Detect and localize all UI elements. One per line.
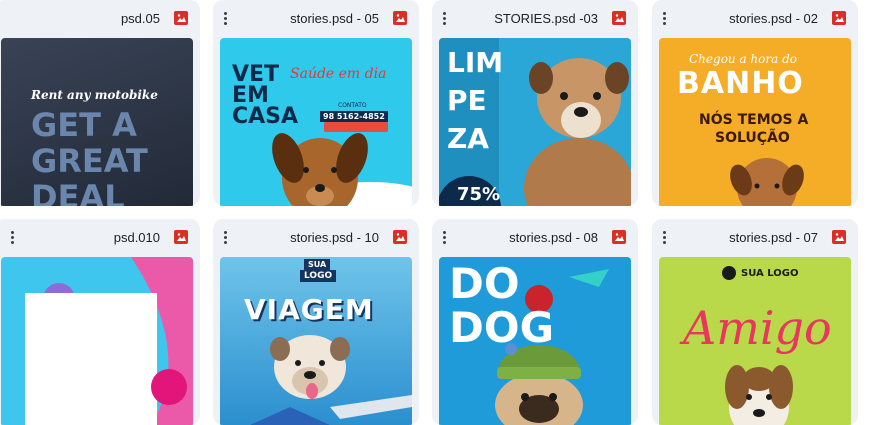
thumb-headline-2: DOG <box>449 303 555 352</box>
abstract-shapes <box>25 257 193 425</box>
thumb-subtitle: Rent any motobike <box>31 88 158 102</box>
file-name: stories.psd - 08 <box>509 230 598 245</box>
dog-illustration <box>250 335 412 425</box>
more-vert-icon[interactable] <box>438 9 450 27</box>
file-card[interactable]: stories.psd - 08 DO DOG <box>432 219 638 425</box>
card-header: STORIES.psd -03 <box>432 0 638 36</box>
file-card[interactable]: psd.010 <box>0 219 200 425</box>
thumb-script: Saúde em dia <box>290 66 387 82</box>
file-card[interactable]: stories.psd - 02 Chegou a hora do BANHO … <box>652 0 858 206</box>
more-vert-icon[interactable] <box>219 228 231 246</box>
more-vert-icon[interactable] <box>6 228 18 246</box>
file-name: psd.05 <box>120 11 160 26</box>
card-header: psd.010 <box>0 219 200 255</box>
file-name: stories.psd - 05 <box>290 11 379 26</box>
card-header: stories.psd - 10 <box>213 219 419 255</box>
thumb-headline-1: LIM <box>447 46 504 79</box>
logo-badge-line-2: LOGO <box>300 270 337 282</box>
thumb-script: Chegou a hora do <box>689 52 797 66</box>
file-card[interactable]: psd.05 Rent any motobike GET A GREAT DEA… <box>0 0 200 206</box>
thumb-headline-3: DEAL <box>31 178 125 206</box>
file-name: stories.psd - 10 <box>290 230 379 245</box>
thumb-phone: 98 5162-4852 <box>320 111 388 122</box>
image-file-icon <box>832 230 846 244</box>
thumb-headline-2: GREAT <box>31 142 148 180</box>
file-name: stories.psd - 07 <box>729 230 818 245</box>
image-file-icon <box>393 11 407 25</box>
thumb-headline-3: CASA <box>232 104 299 129</box>
thumbnail[interactable]: VET EM CASA Saúde em dia CONTATO 98 5162… <box>220 38 412 206</box>
file-card[interactable]: STORIES.psd -03 LIM PE ZA 75% <box>432 0 638 206</box>
more-vert-icon[interactable] <box>658 9 670 27</box>
file-card[interactable]: stories.psd - 07 SUA LOGO Amigo <box>652 219 858 425</box>
more-vert-icon[interactable] <box>658 228 670 246</box>
thumbnail[interactable]: SUA LOGO Amigo <box>659 257 851 425</box>
thumb-headline-3: ZA <box>447 122 489 155</box>
file-name: psd.010 <box>113 230 160 245</box>
file-name: stories.psd - 02 <box>729 11 818 26</box>
thumb-headline-1: GET A <box>31 106 137 144</box>
thumb-line-2: SOLUÇÃO <box>715 130 790 146</box>
thumb-logo: SUA LOGO <box>741 268 799 279</box>
thumb-headline-1: DO <box>449 259 520 308</box>
card-header: stories.psd - 05 <box>213 0 419 36</box>
thumbnail[interactable]: SUA LOGO VIAGEM <box>220 257 412 425</box>
thumbnail[interactable]: DO DOG <box>439 257 631 425</box>
more-vert-icon[interactable] <box>438 228 450 246</box>
thumb-title: BANHO <box>677 66 804 101</box>
thumb-badge: 75% <box>457 184 501 205</box>
thumbnail[interactable]: LIM PE ZA 75% <box>439 38 631 206</box>
image-file-icon <box>174 11 188 25</box>
image-file-icon <box>612 230 626 244</box>
image-file-icon <box>832 11 846 25</box>
file-name: STORIES.psd -03 <box>494 11 598 26</box>
file-card[interactable]: stories.psd - 10 SUA LOGO VIAGEM <box>213 219 419 425</box>
card-header: stories.psd - 08 <box>432 219 638 255</box>
image-file-icon <box>612 11 626 25</box>
card-header: psd.05 <box>0 0 200 36</box>
image-file-icon <box>393 230 407 244</box>
card-header: stories.psd - 02 <box>652 0 858 36</box>
thumb-script: Amigo <box>683 301 832 355</box>
thumbnail[interactable]: Rent any motobike GET A GREAT DEAL <box>1 38 193 206</box>
thumbnail[interactable]: Chegou a hora do BANHO NÓS TEMOS A SOLUÇ… <box>659 38 851 206</box>
thumb-headline-2: PE <box>447 84 487 117</box>
thumb-contact-label: CONTATO <box>338 102 367 109</box>
more-vert-icon[interactable] <box>219 9 231 27</box>
logo-badge-line-1: SUA <box>304 259 331 270</box>
image-file-icon <box>174 230 188 244</box>
thumb-title: VIAGEM <box>244 293 374 326</box>
thumbnail[interactable] <box>1 257 193 425</box>
card-header: stories.psd - 07 <box>652 219 858 255</box>
thumb-line-1: NÓS TEMOS A <box>699 112 809 128</box>
file-card[interactable]: stories.psd - 05 VET EM CASA Saúde em di… <box>213 0 419 206</box>
